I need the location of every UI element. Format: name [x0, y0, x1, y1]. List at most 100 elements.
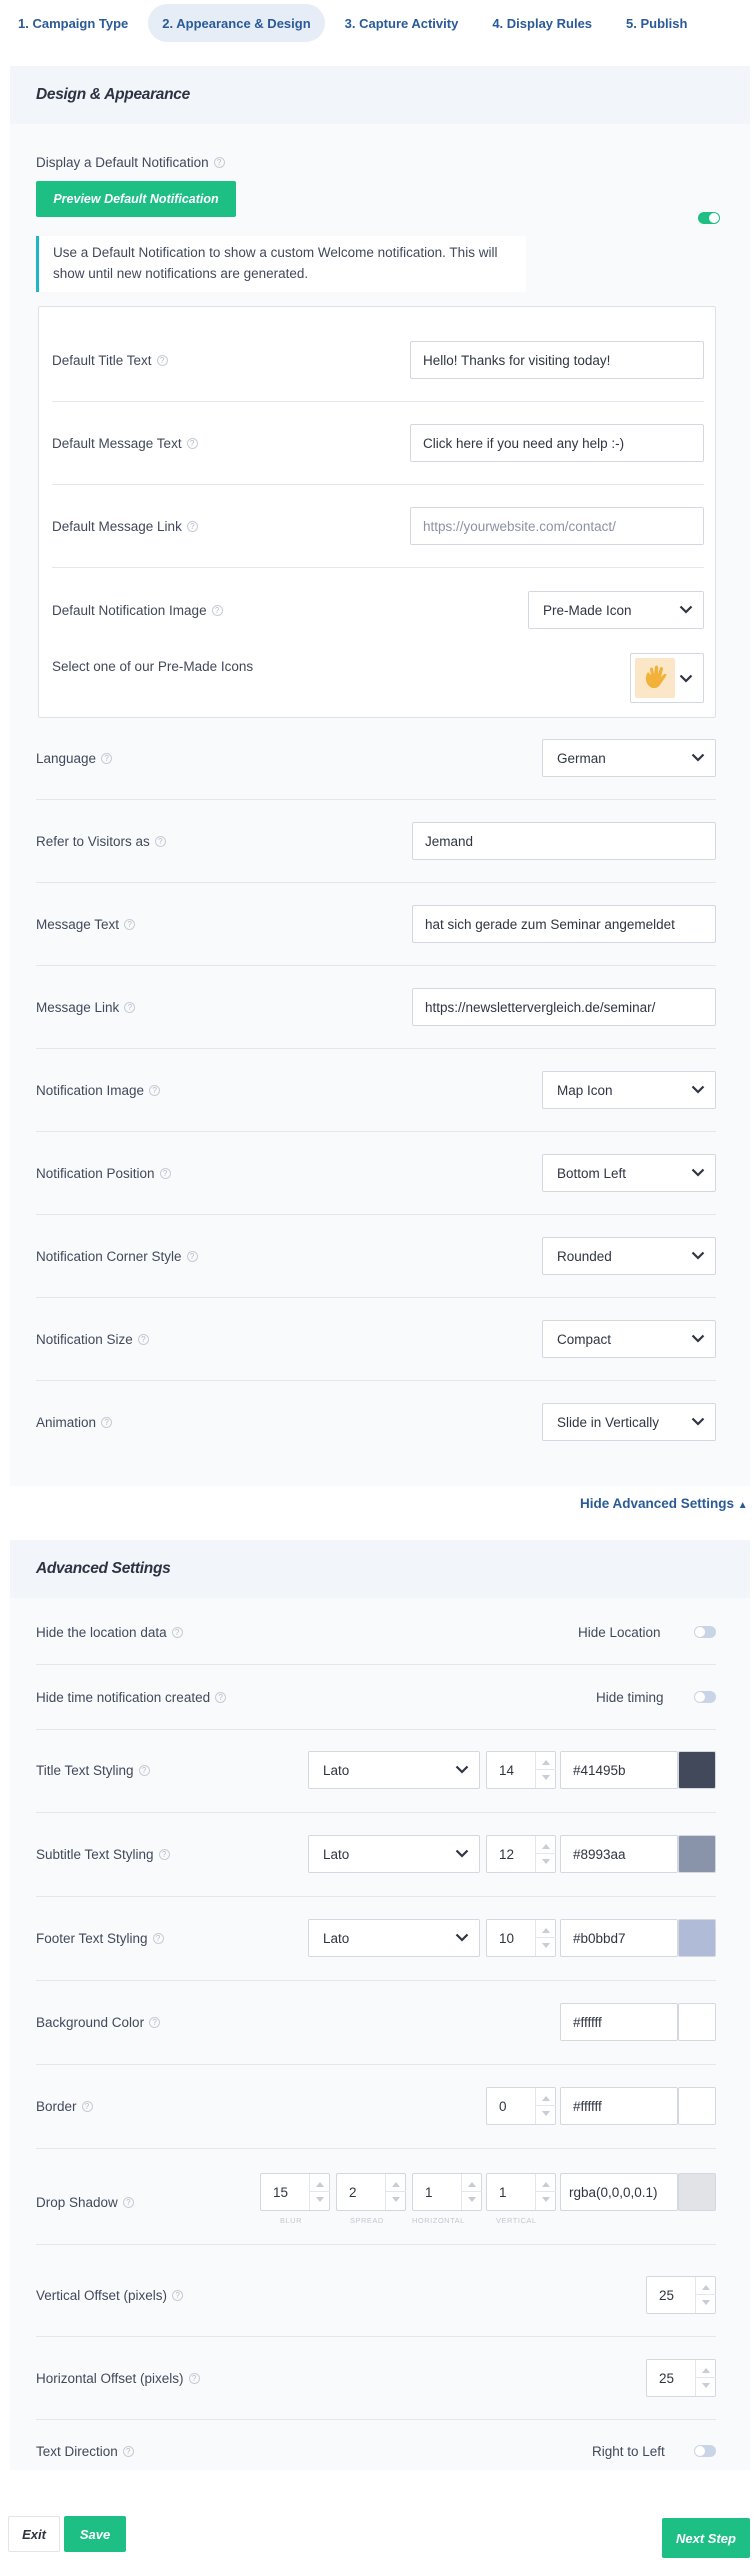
chevron-down-icon — [455, 1849, 469, 1858]
stepper-arrows-icon[interactable] — [695, 2360, 716, 2396]
refer-visitors-label-text: Refer to Visitors as — [36, 833, 150, 849]
default-link-input[interactable]: https://yourwebsite.com/contact/ — [410, 507, 704, 545]
subtitle-font-select[interactable]: Lato — [308, 1835, 480, 1873]
stepper-arrows-icon[interactable] — [535, 2088, 556, 2124]
stepper-arrows-icon[interactable] — [535, 1836, 556, 1872]
stepper-arrows-icon[interactable] — [461, 2174, 482, 2210]
notification-position-select[interactable]: Bottom Left — [542, 1154, 716, 1192]
subtitle-font-value: Lato — [323, 1846, 350, 1862]
hide-time-toggle[interactable] — [694, 1691, 716, 1703]
subtitle-size-stepper[interactable]: 12 — [486, 1835, 556, 1873]
border-width-stepper[interactable]: 0 — [486, 2087, 556, 2125]
default-message-input[interactable]: Click here if you need any help :-) — [410, 424, 704, 462]
footer-size-value: 10 — [499, 1930, 515, 1946]
default-title-label-text: Default Title Text — [52, 352, 152, 368]
subtitle-color-swatch[interactable] — [678, 1835, 716, 1873]
corner-style-label-text: Notification Corner Style — [36, 1248, 182, 1264]
shadow-color-swatch[interactable] — [678, 2173, 716, 2211]
language-value: German — [557, 750, 606, 766]
vertical-offset-label-text: Vertical Offset (pixels) — [36, 2287, 168, 2303]
stepper-arrows-icon[interactable] — [385, 2174, 406, 2210]
stepper-arrows-icon[interactable] — [535, 2174, 556, 2210]
title-color-swatch[interactable] — [678, 1751, 716, 1789]
border-label-text: Border — [36, 2098, 77, 2114]
shadow-spread-stepper[interactable]: 2 — [336, 2173, 406, 2211]
hide-location-toggle[interactable] — [694, 1626, 716, 1638]
stepper-arrows-icon[interactable] — [535, 1752, 556, 1788]
vertical-caption: VERTICAL — [496, 2216, 537, 2225]
border-label: Border? — [36, 2096, 93, 2116]
footer-color-input[interactable]: #b0bbd7 — [560, 1919, 678, 1957]
preview-default-notification-button[interactable]: Preview Default Notification — [36, 181, 236, 217]
help-icon: ? — [172, 2289, 184, 2301]
horizontal-offset-stepper[interactable]: 25 — [646, 2359, 716, 2397]
corner-style-select[interactable]: Rounded — [542, 1237, 716, 1275]
help-icon: ? — [138, 1764, 150, 1776]
footer-font-select[interactable]: Lato — [308, 1919, 480, 1957]
border-color-swatch[interactable] — [678, 2087, 716, 2125]
background-color-input[interactable]: #ffffff — [560, 2003, 678, 2041]
tab-appearance-design[interactable]: 2. Appearance & Design — [148, 4, 325, 42]
title-color-input[interactable]: #41495b — [560, 1751, 678, 1789]
premade-icon-select[interactable] — [630, 653, 704, 703]
animation-select[interactable]: Slide in Vertically — [542, 1403, 716, 1441]
notification-image-label-text: Notification Image — [36, 1082, 145, 1098]
title-font-value: Lato — [323, 1762, 350, 1778]
save-button[interactable]: Save — [64, 2516, 126, 2552]
chevron-down-icon — [455, 1933, 469, 1942]
hide-time-label: Hide time notification created? — [36, 1687, 227, 1707]
footer-color-swatch[interactable] — [678, 1919, 716, 1957]
stepper-arrows-icon[interactable] — [309, 2174, 330, 2210]
stepper-arrows-icon[interactable] — [535, 1920, 556, 1956]
language-label: Language? — [36, 748, 113, 768]
divider — [36, 1980, 716, 1981]
tab-campaign-type[interactable]: 1. Campaign Type — [4, 4, 142, 42]
divider — [52, 567, 704, 568]
help-icon: ? — [124, 1001, 136, 1013]
default-title-input[interactable]: Hello! Thanks for visiting today! — [410, 341, 704, 379]
divider — [36, 2336, 716, 2337]
help-icon: ? — [156, 354, 168, 366]
title-size-stepper[interactable]: 14 — [486, 1751, 556, 1789]
title-font-select[interactable]: Lato — [308, 1751, 480, 1789]
vertical-offset-stepper[interactable]: 25 — [646, 2276, 716, 2314]
default-image-label: Default Notification Image? — [52, 600, 223, 620]
footer-style-label-text: Footer Text Styling — [36, 1930, 148, 1946]
shadow-blur-stepper[interactable]: 15 — [260, 2173, 330, 2211]
message-text-input[interactable]: hat sich gerade zum Seminar angemeldet — [412, 905, 716, 943]
refer-visitors-input[interactable]: Jemand — [412, 822, 716, 860]
footer-size-stepper[interactable]: 10 — [486, 1919, 556, 1957]
background-color-label-text: Background Color — [36, 2014, 145, 2030]
vertical-offset-value: 25 — [659, 2287, 675, 2303]
exit-button[interactable]: Exit — [8, 2516, 60, 2552]
title-size-value: 14 — [499, 1762, 515, 1778]
notification-size-label: Notification Size? — [36, 1329, 149, 1349]
message-link-input[interactable]: https://newslettervergleich.de/seminar/ — [412, 988, 716, 1026]
stepper-arrows-icon[interactable] — [695, 2277, 716, 2313]
shadow-vertical-stepper[interactable]: 1 — [486, 2173, 556, 2211]
hide-advanced-settings-link[interactable]: Hide Advanced Settings ▲ — [580, 1496, 748, 1511]
tab-display-rules[interactable]: 4. Display Rules — [478, 4, 606, 42]
subtitle-color-input[interactable]: #8993aa — [560, 1835, 678, 1873]
text-direction-toggle[interactable] — [694, 2445, 716, 2457]
background-color-label: Background Color? — [36, 2012, 161, 2032]
notification-position-label-text: Notification Position — [36, 1165, 155, 1181]
divider — [36, 1664, 716, 1665]
drop-shadow-label-text: Drop Shadow — [36, 2194, 118, 2210]
border-color-input[interactable]: #ffffff — [560, 2087, 678, 2125]
background-color-swatch[interactable] — [678, 2003, 716, 2041]
notification-size-select[interactable]: Compact — [542, 1320, 716, 1358]
next-step-button[interactable]: Next Step — [662, 2518, 750, 2558]
premade-icons-label: Select one of our Pre-Made Icons — [52, 658, 254, 674]
shadow-horizontal-stepper[interactable]: 1 — [412, 2173, 482, 2211]
tab-capture-activity[interactable]: 3. Capture Activity — [331, 4, 473, 42]
notification-image-select[interactable]: Map Icon — [542, 1071, 716, 1109]
default-notification-toggle[interactable] — [698, 212, 720, 224]
chevron-down-icon — [691, 1085, 705, 1094]
help-icon: ? — [124, 918, 136, 930]
shadow-color-input[interactable]: rgba(0,0,0,0.1) — [560, 2173, 678, 2211]
tab-publish[interactable]: 5. Publish — [612, 4, 701, 42]
default-image-select[interactable]: Pre-Made Icon — [528, 591, 704, 629]
language-select[interactable]: German — [542, 739, 716, 777]
horizontal-offset-value: 25 — [659, 2370, 675, 2386]
